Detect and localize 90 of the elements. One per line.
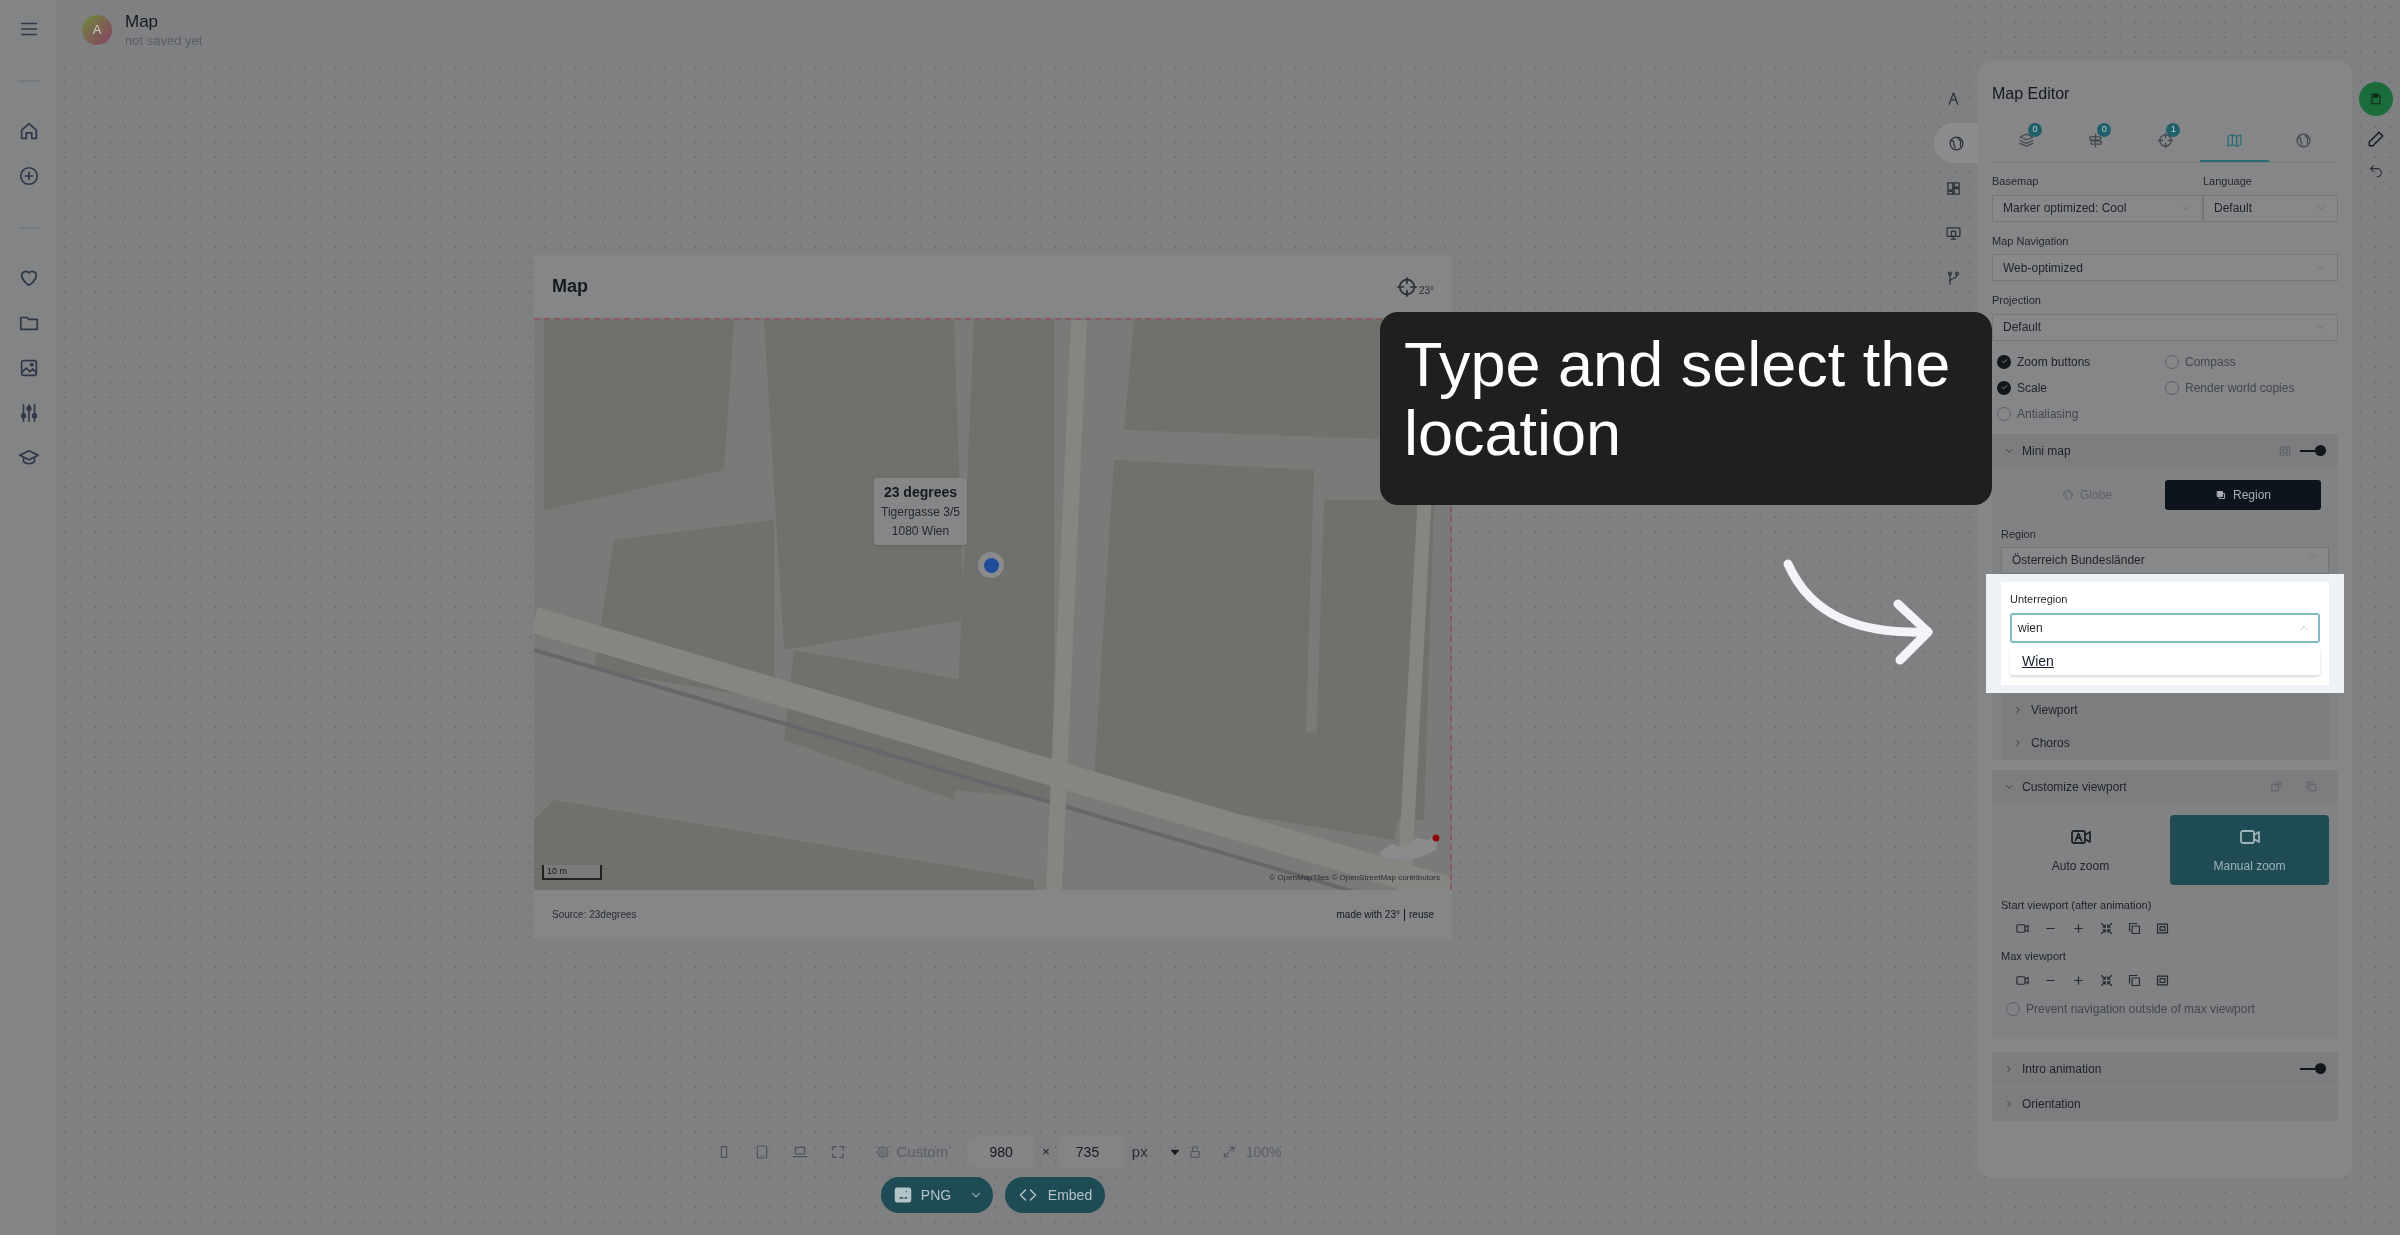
count-badge: 1	[2166, 123, 2181, 137]
globe-icon	[2294, 131, 2312, 149]
toggle-switch[interactable]	[2300, 1062, 2326, 1075]
height-field[interactable]: 735	[1057, 1137, 1124, 1167]
section-header[interactable]: Orientation	[1992, 1086, 2338, 1121]
width-field[interactable]: 980	[968, 1137, 1035, 1167]
undo-icon[interactable]	[2368, 162, 2384, 178]
zoom-mode-button[interactable]: Auto zoom	[2001, 814, 2160, 885]
chevron-icon	[2004, 1098, 2014, 1109]
checkbox-option[interactable]: Prevent navigation outside of max viewport	[2006, 999, 2329, 1018]
field-label: Basemap	[1992, 174, 2040, 189]
credit-text: made with 23°	[1336, 908, 1400, 922]
export-png-button[interactable]: PNG	[880, 1177, 993, 1213]
fullscreen-icon[interactable]	[829, 1144, 846, 1160]
frame-icon[interactable]	[2155, 972, 2170, 988]
reuse-link[interactable]: reuse	[1409, 907, 1434, 922]
section-header[interactable]: Mini map	[1992, 433, 2338, 468]
chevron-icon	[2004, 1063, 2014, 1074]
unit-dropdown[interactable]: px	[1131, 1140, 1182, 1164]
embed-button[interactable]: Embed	[1004, 1177, 1106, 1213]
field-label: Language	[2203, 174, 2253, 189]
search-field[interactable]: wien	[2010, 612, 2320, 643]
fit-icon[interactable]	[2099, 972, 2114, 988]
select-field[interactable]: Österreich Bundesländer	[2001, 547, 2329, 574]
map-attribution: © OpenMapTiles © OpenStreetMap contributors	[1269, 872, 1440, 884]
checkbox-option[interactable]: Scale	[1997, 378, 2165, 397]
lock-icon[interactable]	[1187, 1145, 1202, 1159]
panel-title: Map Editor	[1992, 84, 2071, 104]
layout-icon[interactable]	[1944, 179, 1962, 197]
avatar[interactable]: A	[82, 15, 112, 45]
frame-icon[interactable]	[2155, 921, 2170, 936]
count-badge: 0	[2028, 123, 2042, 137]
editor-tab[interactable]: 1	[2130, 120, 2200, 162]
monitor-icon[interactable]	[1944, 224, 1962, 242]
chevron-icon	[2013, 737, 2023, 748]
camera-icon[interactable]	[2015, 921, 2030, 936]
save-icon	[2369, 92, 2383, 106]
select-field[interactable]: Marker optimized: Cool	[1992, 194, 2203, 222]
checkbox-option[interactable]: Compass	[2165, 352, 2333, 371]
zoom-in-icon[interactable]	[2071, 921, 2086, 936]
field-label: Start viewport (after animation)	[2001, 897, 2153, 913]
checkbox-option[interactable]: Zoom buttons	[1997, 352, 2165, 371]
toggle-switch[interactable]	[2300, 444, 2326, 457]
field-label: Unterregion	[2010, 592, 2069, 607]
editor-tab[interactable]: 0	[2061, 120, 2131, 162]
field-label: Map Navigation	[1992, 233, 2070, 249]
pencil-icon[interactable]	[2367, 130, 2385, 148]
copy-icon[interactable]	[2127, 972, 2142, 988]
logo-text: 23°	[1418, 283, 1434, 298]
field-label: Region	[2001, 526, 2037, 542]
globe-icon[interactable]	[1947, 134, 1965, 152]
resize-icon[interactable]	[1221, 1145, 1236, 1159]
popup-title: 23 degrees	[883, 483, 958, 502]
copy-icon[interactable]	[2127, 921, 2142, 936]
chevron-icon	[2013, 704, 2023, 715]
mode-button[interactable]: Region	[2165, 479, 2321, 510]
popup-line: Tigergasse 3/5	[881, 504, 960, 521]
image-icon	[892, 1185, 913, 1205]
tutorial-text: Type and select the location	[1404, 330, 1952, 469]
layers-icon	[2018, 131, 2036, 149]
fit-icon[interactable]	[2099, 921, 2114, 936]
select-field[interactable]: Web-optimized	[1992, 254, 2338, 281]
field-label: Max viewport	[2001, 949, 2067, 964]
save-button[interactable]	[2359, 82, 2393, 116]
count-badge: 0	[2097, 123, 2112, 137]
region-icon	[2215, 488, 2227, 501]
source-note: Source: 23degrees	[552, 908, 637, 922]
crosshair-icon	[2156, 131, 2174, 149]
add-icon[interactable]	[17, 165, 40, 187]
checkbox-option[interactable]: Antialiasing	[1997, 404, 2165, 423]
gear-icon	[874, 1144, 891, 1160]
dropdown-option[interactable]: Wien	[2022, 650, 2308, 671]
globe-icon	[2062, 488, 2074, 501]
section-header[interactable]: Intro animation	[1992, 1051, 2338, 1086]
map-icon	[2225, 131, 2243, 149]
checkbox-option[interactable]: Render world copies	[2165, 378, 2333, 397]
laptop-icon[interactable]	[791, 1144, 808, 1160]
field-label: Projection	[1992, 293, 2042, 308]
logo-icon	[1395, 275, 1418, 298]
zoom-mode-button[interactable]: Manual zoom	[2170, 814, 2329, 885]
map-title: Map	[552, 275, 588, 298]
times-sign: ×	[1042, 1143, 1050, 1162]
editor-tab[interactable]: 0	[1992, 120, 2062, 162]
section-header[interactable]: Viewport	[2001, 693, 2329, 727]
signpost-icon	[2087, 131, 2105, 149]
select-field[interactable]: Default	[1992, 313, 2338, 341]
section-header[interactable]: Choros	[2001, 726, 2329, 760]
select-field[interactable]: Default	[2203, 194, 2338, 222]
document-title: Map	[125, 11, 160, 33]
popup-line: 1080 Wien	[891, 523, 950, 540]
